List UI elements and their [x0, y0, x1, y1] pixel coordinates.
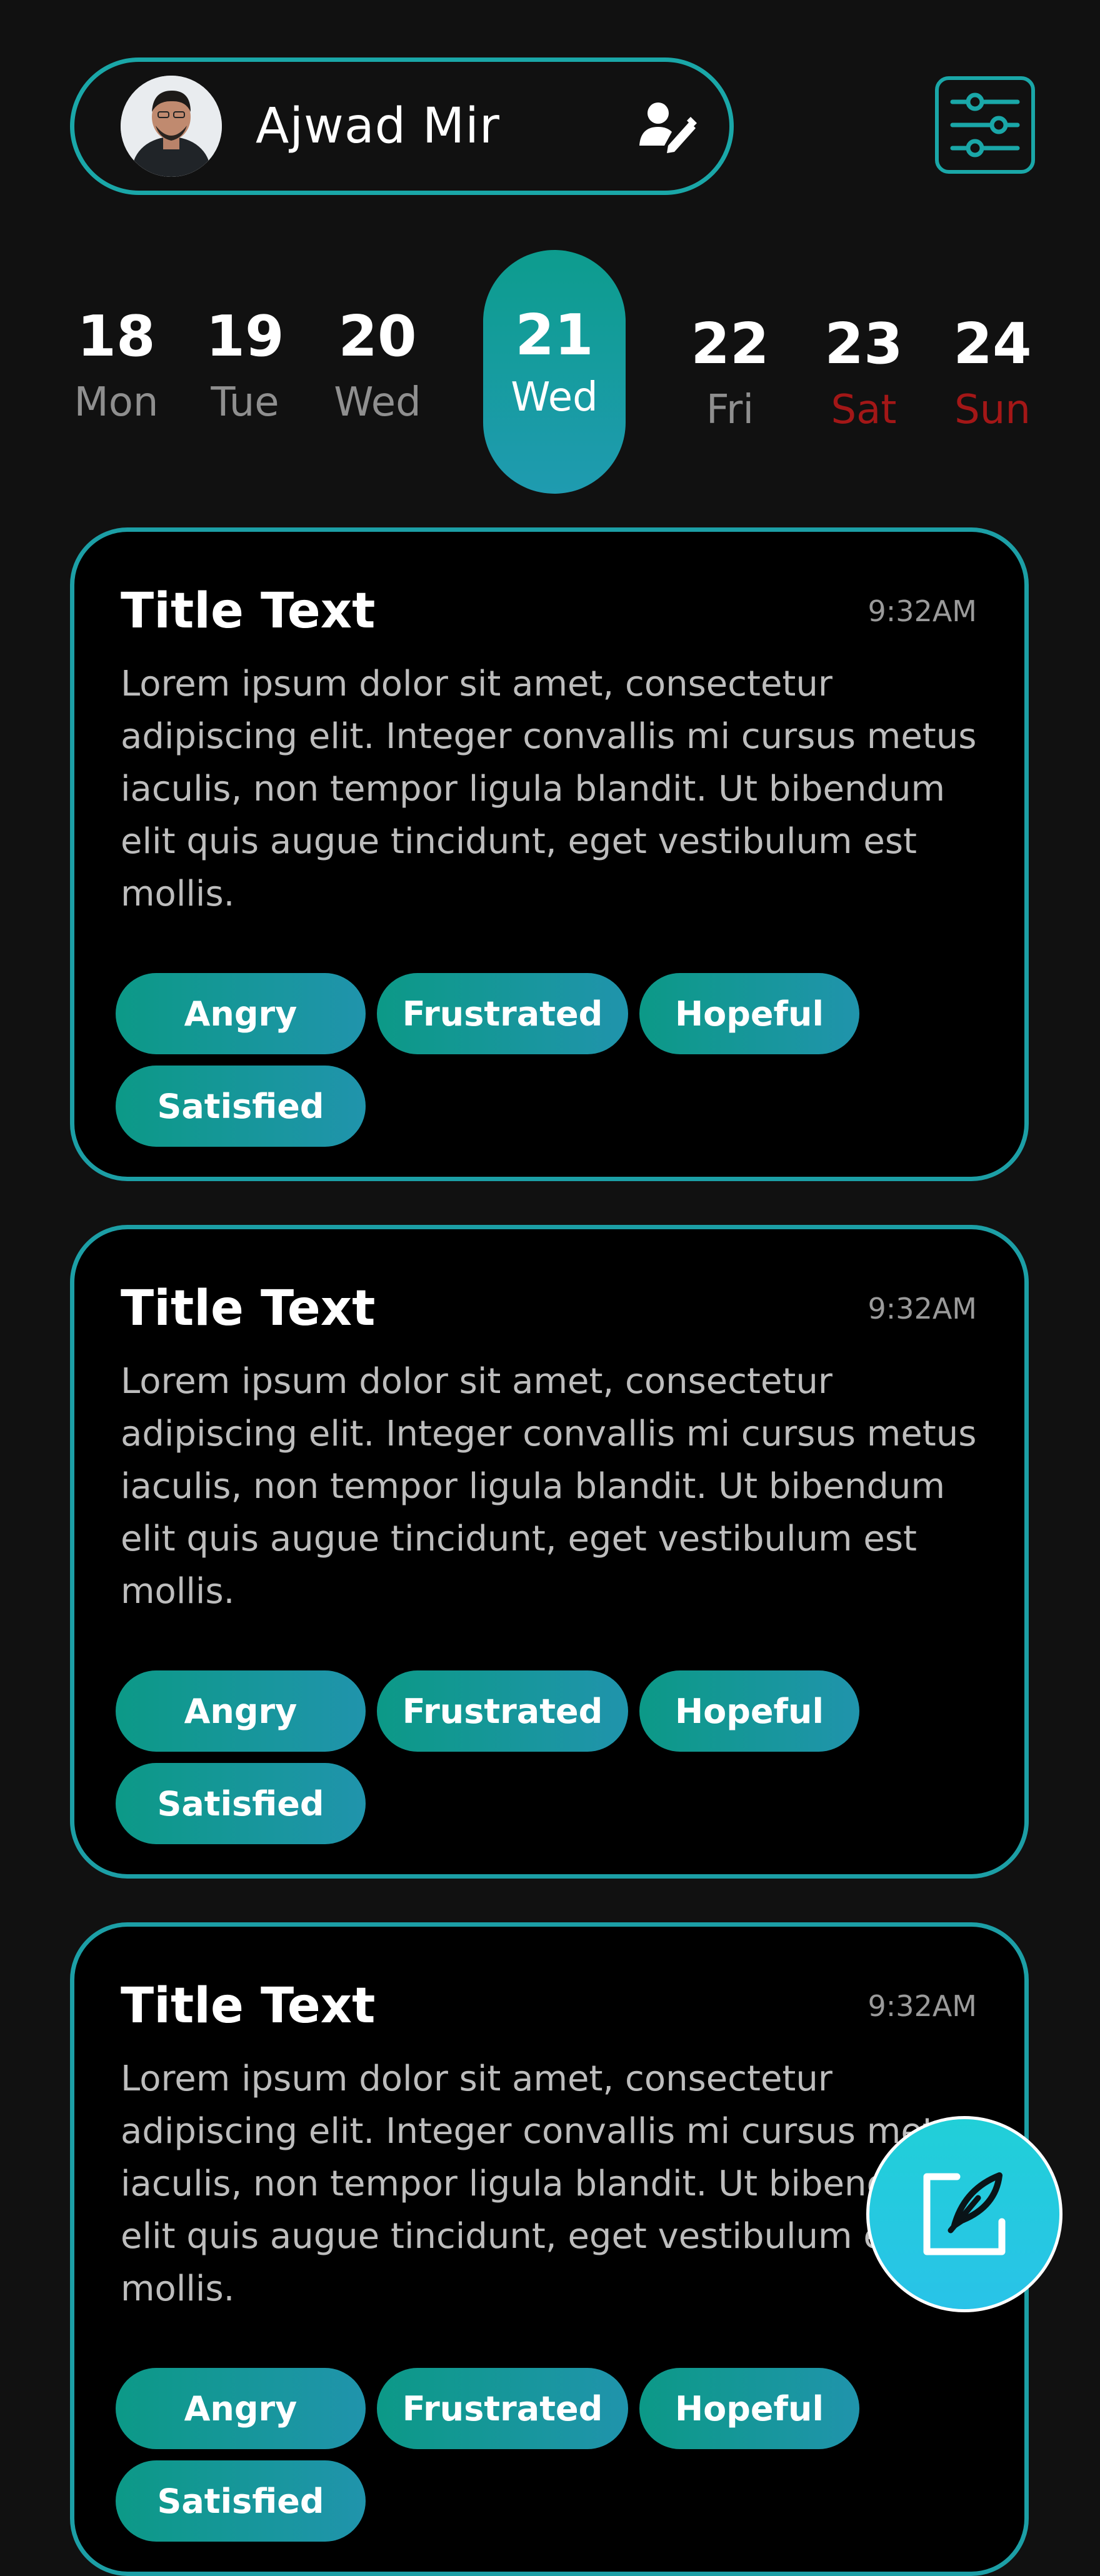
date-item-19[interactable]: 19 Tue: [182, 304, 308, 426]
filter-button[interactable]: [935, 76, 1035, 174]
entry-body: Lorem ipsum dolor sit amet, consectetur …: [121, 2059, 977, 2309]
mood-tag[interactable]: Hopeful: [639, 1670, 859, 1752]
date-number: 21: [515, 302, 594, 368]
date-number: 23: [824, 311, 903, 377]
entry-title: Title Text: [121, 583, 376, 639]
date-number: 18: [77, 304, 156, 369]
entry-title: Title Text: [121, 1978, 376, 2034]
mood-tag[interactable]: Hopeful: [639, 2368, 859, 2449]
sliders-icon: [950, 92, 1020, 157]
entry-body: Lorem ipsum dolor sit amet, consectetur …: [121, 1361, 977, 1612]
date-number: 24: [953, 311, 1032, 377]
mood-tag[interactable]: Satisfied: [116, 1763, 366, 1844]
user-photo-icon: [121, 76, 222, 177]
edit-profile-button[interactable]: [638, 99, 698, 153]
entry-body: Lorem ipsum dolor sit amet, consectetur …: [121, 664, 977, 914]
entry-time: 9:32AM: [868, 1292, 977, 1325]
date-weekday: Fri: [706, 387, 754, 433]
date-weekday: Wed: [511, 374, 598, 421]
date-item-20[interactable]: 20 Wed: [315, 304, 440, 426]
date-weekday: Mon: [74, 379, 159, 426]
date-item-24[interactable]: 24 Sun: [930, 311, 1055, 433]
date-weekday: Sat: [831, 387, 897, 433]
mood-tag[interactable]: Satisfied: [116, 1066, 366, 1147]
entry-title: Title Text: [121, 1281, 376, 1337]
mood-tag[interactable]: Angry: [116, 2368, 366, 2449]
date-item-21-selected[interactable]: 21 Wed: [483, 250, 626, 494]
mood-tags: Angry Frustrated Hopeful Satisfied: [116, 2368, 953, 2542]
entry-time: 9:32AM: [868, 1989, 977, 2023]
mood-tag[interactable]: Hopeful: [639, 973, 859, 1054]
date-weekday: Sun: [954, 387, 1031, 433]
mood-tag[interactable]: Angry: [116, 1670, 366, 1752]
date-weekday: Tue: [211, 379, 279, 426]
mood-tag[interactable]: Frustrated: [377, 2368, 628, 2449]
journal-entry-card[interactable]: Title Text 9:32AM Lorem ipsum dolor sit …: [70, 1225, 1029, 1879]
avatar[interactable]: [121, 76, 222, 177]
entry-time: 9:32AM: [868, 594, 977, 628]
date-item-18[interactable]: 18 Mon: [54, 304, 179, 426]
date-number: 20: [338, 304, 417, 369]
date-number: 22: [691, 311, 769, 377]
mood-tag[interactable]: Frustrated: [377, 973, 628, 1054]
mood-tag[interactable]: Satisfied: [116, 2460, 366, 2542]
mood-tag[interactable]: Frustrated: [377, 1670, 628, 1752]
mood-tags: Angry Frustrated Hopeful Satisfied: [116, 973, 953, 1147]
user-name: Ajwad Mir: [256, 98, 500, 154]
new-note-icon: [923, 2172, 1006, 2255]
date-item-23[interactable]: 23 Sat: [801, 311, 926, 433]
mood-tags: Angry Frustrated Hopeful Satisfied: [116, 1670, 953, 1844]
date-item-22[interactable]: 22 Fri: [668, 311, 792, 433]
date-number: 19: [206, 304, 284, 369]
profile-header[interactable]: Ajwad Mir: [70, 57, 734, 195]
new-entry-button[interactable]: [866, 2116, 1062, 2312]
journal-entry-card[interactable]: Title Text 9:32AM Lorem ipsum dolor sit …: [70, 527, 1029, 1181]
date-weekday: Wed: [334, 379, 421, 426]
mood-tag[interactable]: Angry: [116, 973, 366, 1054]
user-edit-icon: [639, 102, 697, 153]
